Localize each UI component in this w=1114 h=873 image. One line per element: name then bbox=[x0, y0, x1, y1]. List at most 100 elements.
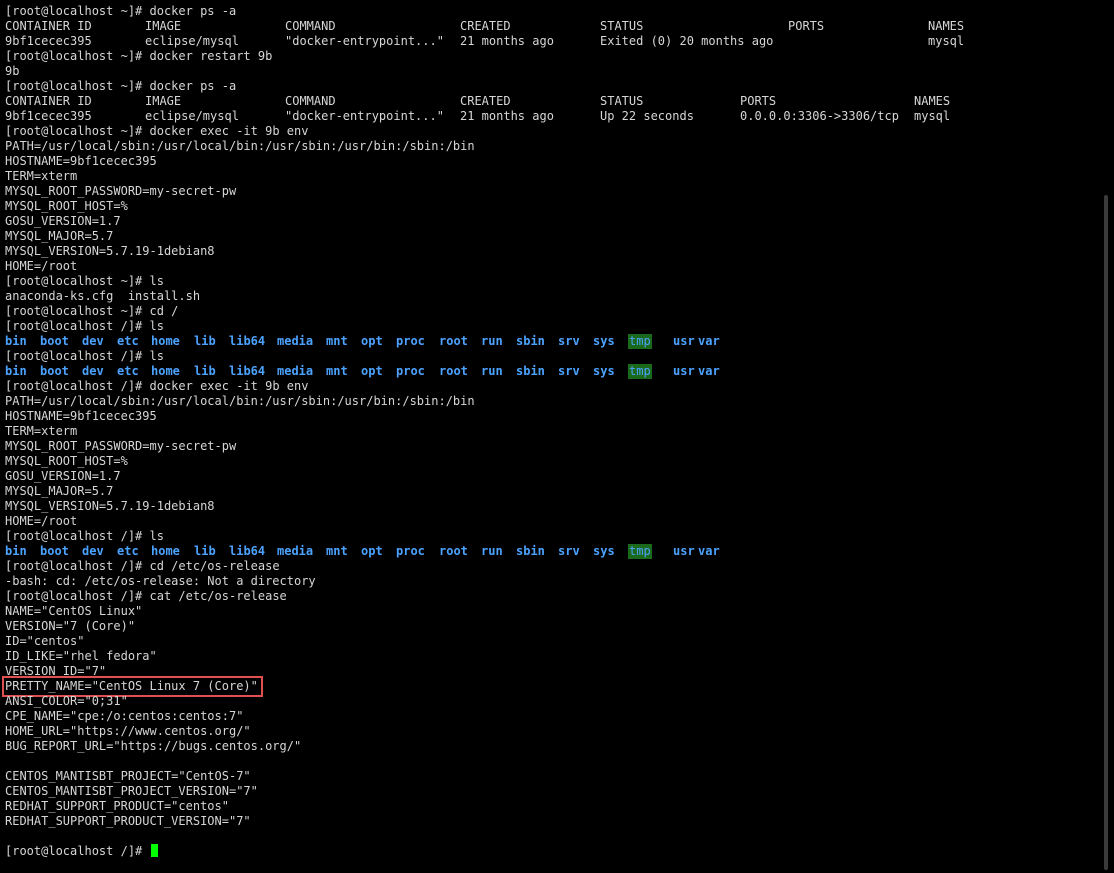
table-cell: Exited (0) 20 months ago bbox=[600, 34, 774, 48]
table-header-cell: COMMAND bbox=[285, 19, 336, 33]
output-text: PATH=/usr/local/sbin:/usr/local/bin:/usr… bbox=[5, 139, 475, 153]
directory-name: var bbox=[698, 334, 720, 348]
directory-name: usr bbox=[673, 364, 695, 378]
prompt-line: [root@localhost /]# ls bbox=[5, 319, 1095, 334]
scrollbar-thumb[interactable] bbox=[1104, 195, 1108, 870]
os-release-line: REDHAT_SUPPORT_PRODUCT_VERSION="7" bbox=[5, 814, 1095, 829]
directory-name: sys bbox=[593, 364, 615, 378]
directory-name: bin bbox=[5, 334, 27, 348]
prompt: [root@localhost /]# bbox=[5, 529, 150, 543]
directory-name: sys bbox=[593, 334, 615, 348]
output-line: 9b bbox=[5, 64, 1095, 79]
output-text: VERSION_ID="7" bbox=[5, 664, 107, 678]
directory-name: lib64 bbox=[229, 544, 266, 558]
scrollbar[interactable] bbox=[1101, 0, 1111, 873]
table-row: 9bf1cecec395 eclipse/mysql "docker-entrypo… bbox=[5, 109, 1095, 124]
table-header-row: CONTAINER ID IMAGE COMMAND CREATED STATUS POR… bbox=[5, 19, 1095, 34]
directory-name: lib64 bbox=[229, 334, 266, 348]
output-text: ID_LIKE="rhel fedora" bbox=[5, 649, 157, 663]
directory-name: run bbox=[481, 364, 503, 378]
output-text: CPE_NAME="cpe:/o:centos:centos:7" bbox=[5, 709, 244, 723]
env-line: HOSTNAME=9bf1cecec395 bbox=[5, 154, 1095, 169]
directory-name: usr bbox=[673, 334, 695, 348]
prompt: [root@localhost ~]# bbox=[5, 79, 150, 93]
table-header-cell: NAMES bbox=[928, 19, 965, 33]
output-text: TERM=xterm bbox=[5, 424, 78, 438]
terminal-window[interactable]: [root@localhost ~]# docker ps -a CONTAINE… bbox=[0, 0, 1114, 873]
terminal-output: [root@localhost ~]# docker ps -a CONTAINE… bbox=[2, 4, 1095, 859]
output-text: MYSQL_MAJOR=5.7 bbox=[5, 229, 114, 243]
prompt: [root@localhost /]# bbox=[5, 844, 150, 858]
output-text: HOME=/root bbox=[5, 259, 78, 273]
directory-name: root bbox=[439, 334, 468, 348]
output-text: BUG_REPORT_URL="https://bugs.centos.org/… bbox=[5, 739, 302, 753]
table-cell: 9bf1cecec395 bbox=[5, 34, 92, 48]
output-text: anaconda-ks.cfg install.sh bbox=[5, 289, 201, 303]
highlighted-line: PRETTY_NAME="CentOS Linux 7 (Core)" bbox=[2, 676, 1095, 697]
output-text: NAME="CentOS Linux" bbox=[5, 604, 143, 618]
directory-sticky: tmp bbox=[628, 544, 652, 559]
output-text: HOME=/root bbox=[5, 514, 78, 528]
table-header-cell: CONTAINER ID bbox=[5, 19, 92, 33]
table-row: 9bf1cecec395 eclipse/mysql "docker-entrypo… bbox=[5, 34, 1095, 49]
directory-name: lib bbox=[194, 334, 216, 348]
output-text: MYSQL_ROOT_PASSWORD=my-secret-pw bbox=[5, 439, 237, 453]
directory-sticky: tmp bbox=[628, 364, 652, 379]
directory-name: lib bbox=[194, 544, 216, 558]
prompt-line: [root@localhost ~]# cd / bbox=[5, 304, 1095, 319]
output-text: MYSQL_ROOT_HOST=% bbox=[5, 454, 128, 468]
output-text: TERM=xterm bbox=[5, 169, 78, 183]
env-line: TERM=xterm bbox=[5, 424, 1095, 439]
prompt: [root@localhost ~]# bbox=[5, 124, 150, 138]
output-text: CENTOS_MANTISBT_PROJECT_VERSION="7" bbox=[5, 784, 258, 798]
output-text: 9b bbox=[5, 64, 20, 78]
command: docker exec -it 9b env bbox=[149, 124, 309, 138]
table-cell: 9bf1cecec395 bbox=[5, 109, 92, 123]
output-text: PATH=/usr/local/sbin:/usr/local/bin:/usr… bbox=[5, 394, 475, 408]
os-release-line bbox=[5, 754, 1095, 769]
directory-name: lib64 bbox=[229, 364, 266, 378]
output-text: ANSI_COLOR="0;31" bbox=[5, 694, 128, 708]
prompt-line: [root@localhost /]# cd /etc/os-release bbox=[5, 559, 1095, 574]
table-cell: eclipse/mysql bbox=[145, 34, 239, 48]
prompt-line: [root@localhost ~]# docker ps -a bbox=[5, 79, 1095, 94]
env-line: HOME=/root bbox=[5, 514, 1095, 529]
directory-name: media bbox=[277, 364, 314, 378]
directory-name: dev bbox=[82, 334, 104, 348]
command: docker restart 9b bbox=[149, 49, 273, 63]
prompt: [root@localhost ~]# bbox=[5, 304, 150, 318]
env-line: TERM=xterm bbox=[5, 169, 1095, 184]
table-cell: "docker-entrypoint..." bbox=[285, 109, 444, 123]
command: cd /etc/os-release bbox=[149, 559, 280, 573]
prompt-line: [root@localhost ~]# ls bbox=[5, 274, 1095, 289]
directory-name: boot bbox=[40, 544, 69, 558]
command: ls bbox=[149, 319, 164, 333]
directory-name: mnt bbox=[326, 544, 348, 558]
os-release-line: ID="centos" bbox=[5, 634, 1095, 649]
directory-name: run bbox=[481, 544, 503, 558]
output-text: HOME_URL="https://www.centos.org/" bbox=[5, 724, 251, 738]
output-text: MYSQL_MAJOR=5.7 bbox=[5, 484, 114, 498]
table-header-cell: PORTS bbox=[788, 19, 825, 33]
command: ls bbox=[149, 529, 164, 543]
os-release-line: ID_LIKE="rhel fedora" bbox=[5, 649, 1095, 664]
prompt: [root@localhost /]# bbox=[5, 349, 150, 363]
directory-name: bin bbox=[5, 544, 27, 558]
os-release-line bbox=[5, 829, 1095, 844]
directory-name: lib bbox=[194, 364, 216, 378]
os-release-line: NAME="CentOS Linux" bbox=[5, 604, 1095, 619]
env-line: GOSU_VERSION=1.7 bbox=[5, 469, 1095, 484]
prompt: [root@localhost ~]# bbox=[5, 49, 150, 63]
table-cell: "docker-entrypoint..." bbox=[285, 34, 444, 48]
output-text: MYSQL_ROOT_PASSWORD=my-secret-pw bbox=[5, 184, 237, 198]
output-text: GOSU_VERSION=1.7 bbox=[5, 469, 121, 483]
table-header-cell: STATUS bbox=[600, 19, 644, 33]
prompt-line: [root@localhost /]# bbox=[5, 844, 1095, 859]
command: docker ps -a bbox=[149, 79, 237, 93]
prompt-line: [root@localhost ~]# docker restart 9b bbox=[5, 49, 1095, 64]
env-line: MYSQL_ROOT_HOST=% bbox=[5, 199, 1095, 214]
command: cd / bbox=[149, 304, 179, 318]
directory-name: run bbox=[481, 334, 503, 348]
table-header-cell: PORTS bbox=[740, 94, 777, 108]
directory-name: media bbox=[277, 334, 314, 348]
